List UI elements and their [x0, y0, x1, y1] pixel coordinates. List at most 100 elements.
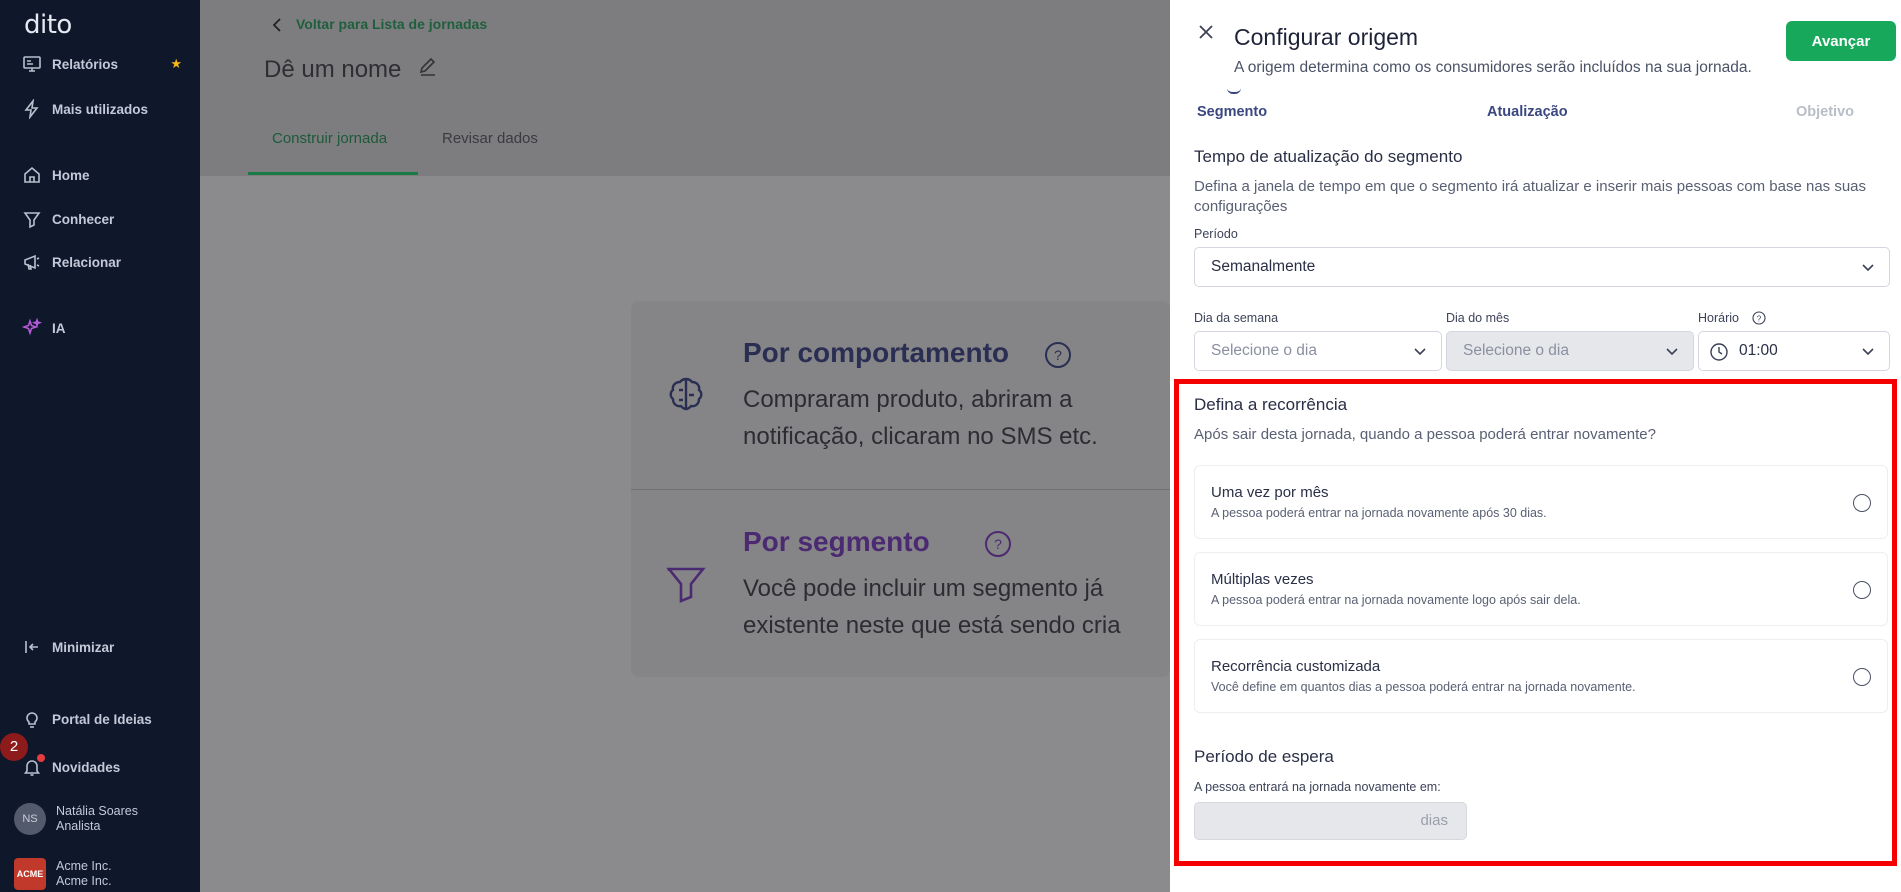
origin-type-card: Por comportamento ? Compraram produto, a… — [631, 301, 1170, 677]
report-icon — [23, 56, 41, 72]
minimize-label: Minimizar — [52, 639, 115, 655]
advance-button[interactable]: Avançar — [1786, 21, 1896, 61]
weekday-label: Dia da semana — [1194, 311, 1279, 325]
pencil-icon[interactable] — [418, 57, 438, 77]
back-link[interactable]: Voltar para Lista de jornadas — [296, 16, 487, 32]
chevron-left-icon — [272, 18, 281, 32]
update-section-title: Tempo de atualização do segmento — [1194, 147, 1463, 166]
segment-option-desc-1: Você pode incluir um segmento já — [743, 575, 1104, 602]
chevron-down-icon — [1862, 264, 1874, 272]
update-section-desc: Defina a janela de tempo em que o segmen… — [1194, 178, 1867, 215]
avatar: NS — [14, 803, 46, 835]
weekday-select[interactable]: Selecione o dia — [1194, 331, 1442, 371]
sidebar: dito Relatórios ★ Mais utilizados Home C… — [0, 0, 200, 892]
chevron-down-icon — [1414, 348, 1426, 356]
sidebar-item-label: Home — [52, 167, 90, 183]
tab-construir-jornada[interactable]: Construir jornada — [272, 130, 387, 147]
help-icon[interactable]: ? — [1044, 341, 1072, 369]
time-label: Horário — [1698, 311, 1739, 325]
chevron-down-icon — [1666, 348, 1678, 356]
panel-title: Configurar origem — [1234, 24, 1419, 50]
option-desc: A pessoa poderá entrar na jornada novame… — [1211, 506, 1547, 520]
wait-section-title: Período de espera — [1194, 747, 1334, 766]
period-value: Semanalmente — [1211, 258, 1316, 275]
star-icon: ★ — [170, 56, 182, 71]
step-atualizacao[interactable]: Atualização — [1487, 104, 1568, 120]
time-select[interactable]: 01:00 — [1698, 331, 1890, 371]
tab-revisar-dados[interactable]: Revisar dados — [442, 130, 538, 147]
clock-icon — [1710, 343, 1728, 361]
behavior-option-desc-1: Compraram produto, abriram a — [743, 386, 1073, 413]
time-value: 01:00 — [1739, 342, 1778, 359]
sidebar-item-label: IA — [52, 320, 66, 336]
ideas-portal-link[interactable]: Portal de Ideias — [22, 707, 152, 731]
monthday-label: Dia do mês — [1446, 311, 1510, 325]
lightbulb-icon — [26, 712, 38, 728]
dito-logo[interactable]: dito — [24, 10, 72, 40]
monthday-placeholder: Selecione o dia — [1463, 342, 1569, 359]
page-title[interactable]: Dê um nome — [264, 56, 401, 84]
user-name: Natália Soares — [56, 804, 138, 818]
main-content: Voltar para Lista de jornadas Dê um nome… — [200, 0, 1170, 892]
step-indicator — [1227, 88, 1241, 94]
divider — [631, 489, 1170, 490]
home-icon — [24, 166, 40, 183]
svg-text:?: ? — [994, 536, 1002, 552]
wait-days-input[interactable]: dias — [1194, 802, 1467, 840]
help-icon[interactable]: ? — [1752, 311, 1766, 325]
radio-button[interactable] — [1853, 494, 1871, 512]
company-logo: ACME — [14, 858, 46, 890]
svg-text:?: ? — [1757, 315, 1762, 324]
minimize-button[interactable]: Minimizar — [22, 635, 114, 659]
user-role: Analista — [56, 819, 101, 833]
option-title: Recorrência customizada — [1211, 658, 1381, 675]
ideas-portal-label: Portal de Ideias — [52, 711, 152, 727]
configure-origin-panel: Configurar origem A origem determina com… — [1170, 0, 1901, 892]
monthday-select[interactable]: Selecione o dia — [1446, 331, 1694, 371]
behavior-option-title[interactable]: Por comportamento — [743, 337, 1009, 369]
close-icon[interactable] — [1196, 22, 1216, 42]
recurrence-option-multiple[interactable]: Múltiplas vezes A pessoa poderá entrar n… — [1194, 552, 1888, 626]
radio-button[interactable] — [1853, 668, 1871, 686]
radio-button[interactable] — [1853, 581, 1871, 599]
step-objetivo[interactable]: Objetivo — [1796, 104, 1854, 120]
sidebar-item-relatorios[interactable]: Relatórios — [22, 52, 118, 76]
recurrence-option-custom[interactable]: Recorrência customizada Você define em q… — [1194, 639, 1888, 713]
panel-subtitle: A origem determina como os consumidores … — [1234, 59, 1752, 76]
sidebar-item-label: Relatórios — [52, 56, 119, 72]
option-desc: A pessoa poderá entrar na jornada novame… — [1211, 593, 1581, 607]
sidebar-item-ia[interactable]: IA — [22, 316, 66, 340]
brain-icon — [669, 377, 703, 411]
active-tab-indicator — [248, 172, 418, 175]
period-select[interactable]: Semanalmente — [1194, 247, 1890, 287]
sidebar-item-label: Mais utilizados — [52, 101, 149, 117]
sidebar-item-label: Relacionar — [52, 254, 122, 270]
company-switcher[interactable]: ACME Acme Inc. Acme Inc. — [14, 858, 112, 890]
sidebar-item-conhecer[interactable]: Conhecer — [22, 207, 114, 231]
option-title: Uma vez por mês — [1211, 484, 1329, 501]
option-title: Múltiplas vezes — [1211, 571, 1314, 588]
user-profile[interactable]: NS Natália Soares Analista — [14, 803, 138, 835]
company-name: Acme Inc. — [56, 859, 112, 873]
unread-dot — [37, 754, 45, 762]
news-label: Novidades — [52, 759, 121, 775]
segment-option-title[interactable]: Por segmento — [743, 526, 930, 558]
weekday-placeholder: Selecione o dia — [1211, 342, 1317, 359]
collapse-left-icon — [25, 641, 38, 653]
sidebar-item-mais-utilizados[interactable]: Mais utilizados — [22, 97, 148, 121]
recurrence-option-once-month[interactable]: Uma vez por mês A pessoa poderá entrar n… — [1194, 465, 1888, 539]
sidebar-item-relacionar[interactable]: Relacionar — [22, 250, 121, 274]
sparkles-icon — [22, 318, 42, 336]
step-segmento[interactable]: Segmento — [1197, 104, 1267, 120]
company-sub: Acme Inc. — [56, 874, 112, 888]
sidebar-item-home[interactable]: Home — [22, 163, 90, 187]
period-label: Período — [1194, 227, 1238, 241]
funnel-icon — [666, 567, 706, 603]
wait-label: A pessoa entrará na jornada novamente em… — [1194, 780, 1441, 794]
chevron-down-icon — [1862, 348, 1874, 356]
recurrence-section-title: Defina a recorrência — [1194, 395, 1348, 414]
help-icon[interactable]: ? — [984, 530, 1012, 558]
megaphone-icon — [24, 254, 40, 270]
sidebar-item-label: Conhecer — [52, 211, 115, 227]
svg-text:?: ? — [1054, 347, 1062, 363]
